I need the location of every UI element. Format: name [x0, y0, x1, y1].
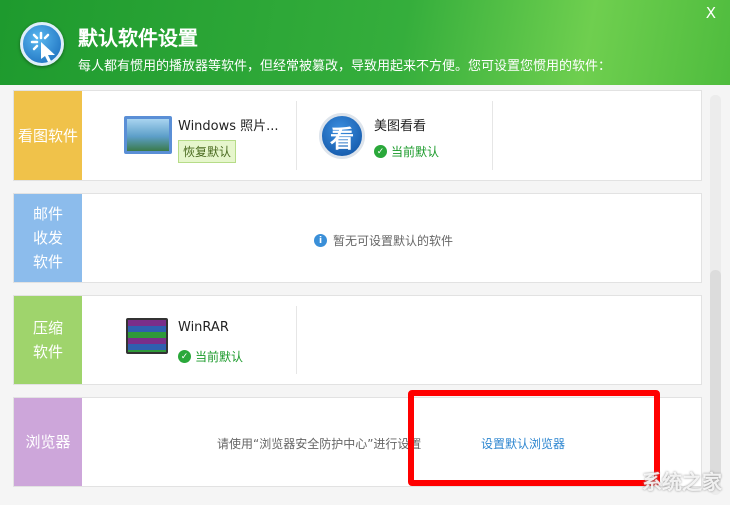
divider	[492, 101, 493, 170]
status-text: 当前默认	[195, 350, 244, 364]
app-name: 美图看看	[374, 119, 427, 134]
category-label: 浏览器	[14, 398, 82, 486]
check-icon: ✓	[178, 350, 191, 363]
browser-hint: 请使用“浏览器安全防护中心”进行设置	[217, 437, 422, 451]
scrollbar-thumb[interactable]	[710, 270, 721, 485]
divider	[296, 306, 297, 374]
app-name: Windows 照片...	[178, 119, 279, 134]
app-item-winrar: WinRAR ✓ 当前默认	[104, 296, 296, 384]
app-name: WinRAR	[178, 320, 229, 335]
category-label: 压缩软件	[14, 296, 82, 384]
category-row-image-viewer: 看图软件 Windows 照片... 恢复默认 看 美图看看 ✓ 当前默认	[13, 90, 702, 181]
no-software-message: i 暂无可设置默认的软件	[314, 232, 453, 249]
app-item-meitu-viewer: 看 美图看看 ✓ 当前默认	[297, 91, 492, 180]
close-button[interactable]: X	[706, 4, 716, 22]
header: 默认软件设置 每人都有惯用的播放器等软件，但经常被篡改，导致用起来不方便。您可设…	[0, 0, 730, 85]
cursor-click-logo-icon	[20, 22, 64, 66]
category-text: 压缩软件	[32, 319, 63, 361]
info-icon: i	[314, 234, 327, 247]
page-subtitle: 每人都有惯用的播放器等软件，但经常被篡改，导致用起来不方便。您可设置您惯用的软件…	[78, 59, 612, 74]
meitu-viewer-icon: 看	[319, 113, 365, 159]
category-row-archive: 压缩软件 WinRAR ✓ 当前默认	[13, 295, 702, 385]
scrollbar[interactable]	[710, 95, 721, 495]
category-row-mail: 邮件收发软件 i 暂无可设置默认的软件	[13, 193, 702, 283]
restore-default-button[interactable]: 恢复默认	[178, 140, 237, 163]
category-label: 邮件收发软件	[14, 194, 82, 282]
category-label: 看图软件	[14, 91, 82, 180]
current-default-status: ✓ 当前默认	[374, 143, 439, 160]
highlight-box	[408, 390, 660, 486]
message-text: 暂无可设置默认的软件	[333, 234, 454, 248]
windows-photos-icon	[124, 116, 172, 154]
status-text: 当前默认	[391, 145, 440, 159]
current-default-status: ✓ 当前默认	[178, 348, 243, 365]
winrar-icon	[126, 318, 168, 354]
category-text: 邮件收发软件	[32, 205, 63, 271]
watermark: 系统之家	[642, 470, 722, 494]
app-item-windows-photos: Windows 照片... 恢复默认	[104, 91, 296, 180]
page-title: 默认软件设置	[78, 26, 198, 50]
check-icon: ✓	[374, 145, 387, 158]
